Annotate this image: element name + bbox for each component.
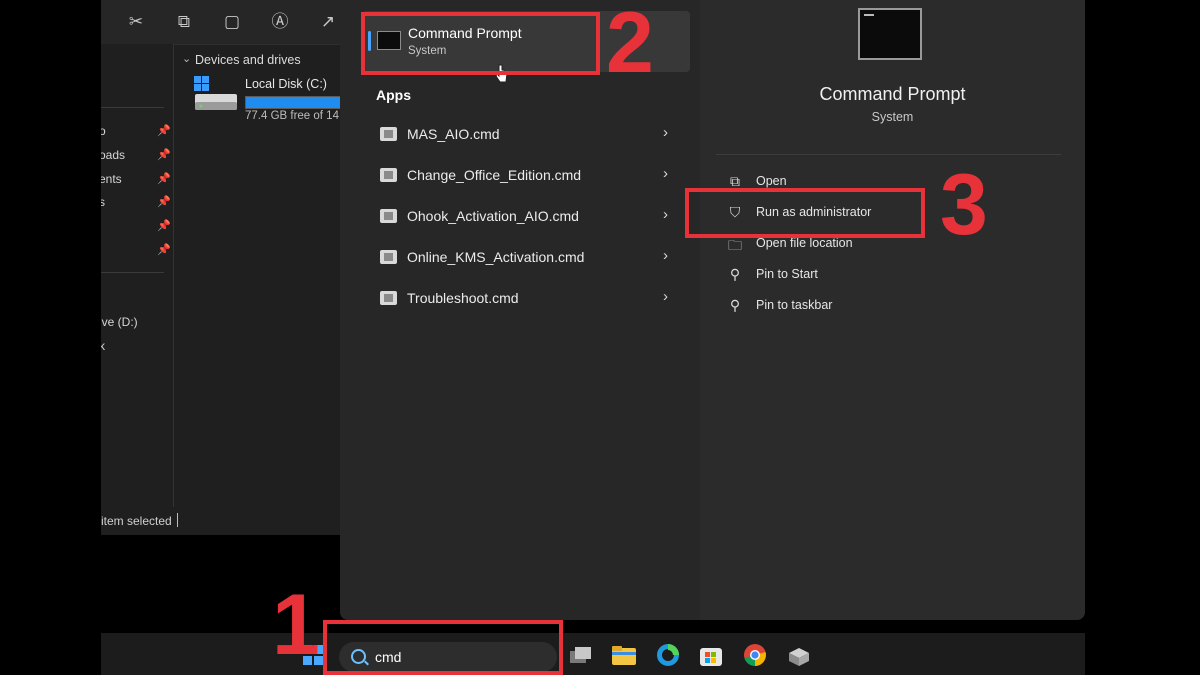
explorer-content: ⌄ Devices and drives Local Disk (C:) 77.… bbox=[174, 44, 361, 507]
pin-icon: 📌 bbox=[157, 125, 171, 137]
chevron-right-icon[interactable]: › bbox=[663, 247, 668, 264]
chevron-right-icon[interactable]: › bbox=[663, 288, 668, 305]
copy-icon[interactable]: ⧉ bbox=[173, 11, 195, 33]
results-list: Command Prompt System Apps MAS_AIO.cmd ›… bbox=[340, 0, 700, 620]
action-label: Pin to taskbar bbox=[756, 298, 833, 312]
rename-icon[interactable]: Ⓐ bbox=[269, 11, 291, 33]
annotation-box-step-3 bbox=[685, 188, 925, 238]
pin-icon: ⚲ bbox=[729, 297, 741, 313]
status-bar: item selected bbox=[101, 507, 361, 535]
cmd-file-icon bbox=[380, 209, 397, 223]
disk-name[interactable]: Local Disk (C:) bbox=[245, 77, 327, 91]
edge-icon[interactable] bbox=[655, 643, 681, 667]
nav-item-network[interactable]: k bbox=[101, 339, 105, 353]
chevron-right-icon[interactable]: › bbox=[663, 124, 668, 141]
navigation-pane: o 📌 oads 📌 ents 📌 s 📌 📌 📌 ive (D:) k bbox=[101, 44, 174, 507]
drive-icon[interactable] bbox=[194, 76, 238, 112]
action-label: Open bbox=[756, 174, 787, 188]
nav-item-drive-d[interactable]: ive (D:) bbox=[101, 315, 138, 329]
cmd-file-icon bbox=[380, 168, 397, 182]
annotation-box-step-2 bbox=[361, 12, 600, 75]
explorer-toolbar: ✂ ⧉ ▢ Ⓐ ↗ bbox=[101, 0, 361, 45]
app-result-name: Troubleshoot.cmd bbox=[407, 290, 519, 306]
file-explorer-icon[interactable] bbox=[611, 643, 637, 667]
cut-icon[interactable]: ✂ bbox=[125, 11, 147, 33]
nav-item-quick-4[interactable]: s bbox=[101, 195, 105, 209]
pin-icon: 📌 bbox=[157, 244, 171, 256]
disk-usage-fill bbox=[246, 97, 340, 108]
app-result-item[interactable]: Troubleshoot.cmd › bbox=[362, 280, 690, 316]
pin-icon: 📌 bbox=[157, 196, 171, 208]
pin-icon: 📌 bbox=[157, 220, 171, 232]
chrome-icon[interactable] bbox=[742, 643, 768, 667]
pin-icon: 📌 bbox=[157, 173, 171, 185]
app-result-name: Ohook_Activation_AIO.cmd bbox=[407, 208, 579, 224]
share-icon[interactable]: ↗ bbox=[317, 11, 339, 33]
search-results-panel: Command Prompt System Apps MAS_AIO.cmd ›… bbox=[340, 0, 1085, 620]
app-result-item[interactable]: MAS_AIO.cmd › bbox=[362, 116, 690, 152]
status-divider bbox=[177, 513, 178, 527]
action-label: Open file location bbox=[756, 236, 853, 250]
store-icon[interactable] bbox=[698, 643, 724, 667]
nav-item-quick-3[interactable]: ents bbox=[101, 172, 122, 186]
command-prompt-icon bbox=[858, 8, 922, 60]
status-text: item selected bbox=[101, 514, 172, 528]
nav-divider bbox=[101, 107, 164, 108]
step-number-1: 1 bbox=[272, 577, 320, 673]
cmd-file-icon bbox=[380, 127, 397, 141]
detail-divider bbox=[716, 154, 1061, 155]
paste-icon[interactable]: ▢ bbox=[221, 11, 243, 33]
file-explorer-window: ✂ ⧉ ▢ Ⓐ ↗ o 📌 oads 📌 ents 📌 s 📌 📌 📌 ive … bbox=[101, 0, 361, 535]
result-detail-pane: Command Prompt System ⧉ Open ⛉ Run as ad… bbox=[700, 0, 1085, 620]
devices-section-title: Devices and drives bbox=[195, 53, 301, 67]
step-number-3: 3 bbox=[940, 157, 988, 253]
chevron-down-icon[interactable]: ⌄ bbox=[182, 52, 191, 65]
cmd-file-icon bbox=[380, 250, 397, 264]
app-result-item[interactable]: Change_Office_Edition.cmd › bbox=[362, 157, 690, 193]
chevron-right-icon[interactable]: › bbox=[663, 206, 668, 223]
annotation-box-step-1 bbox=[323, 620, 563, 675]
action-label: Pin to Start bbox=[756, 267, 818, 281]
app-result-item[interactable]: Online_KMS_Activation.cmd › bbox=[362, 239, 690, 275]
task-view-icon[interactable] bbox=[567, 643, 593, 667]
app-result-name: Change_Office_Edition.cmd bbox=[407, 167, 582, 183]
nav-item-quick-2[interactable]: oads bbox=[101, 148, 125, 162]
nav-divider bbox=[101, 272, 164, 273]
step-number-2: 2 bbox=[606, 0, 654, 91]
pin-icon: 📌 bbox=[157, 149, 171, 161]
detail-subtitle: System bbox=[871, 110, 914, 124]
app-result-item[interactable]: Ohook_Activation_AIO.cmd › bbox=[362, 198, 690, 234]
disk-free-text: 77.4 GB free of 14 bbox=[245, 110, 339, 122]
installer-icon[interactable] bbox=[786, 643, 812, 667]
nav-item-quick-1[interactable]: o bbox=[101, 124, 106, 138]
app-result-name: Online_KMS_Activation.cmd bbox=[407, 249, 585, 265]
pin-icon: ⚲ bbox=[729, 266, 741, 282]
cmd-file-icon bbox=[380, 291, 397, 305]
detail-title: Command Prompt bbox=[819, 84, 966, 104]
apps-heading: Apps bbox=[376, 87, 411, 103]
folder-icon: 🗀 bbox=[728, 237, 742, 253]
app-result-name: MAS_AIO.cmd bbox=[407, 126, 500, 142]
chevron-right-icon[interactable]: › bbox=[663, 165, 668, 182]
taskbar: cmd bbox=[101, 633, 1085, 675]
